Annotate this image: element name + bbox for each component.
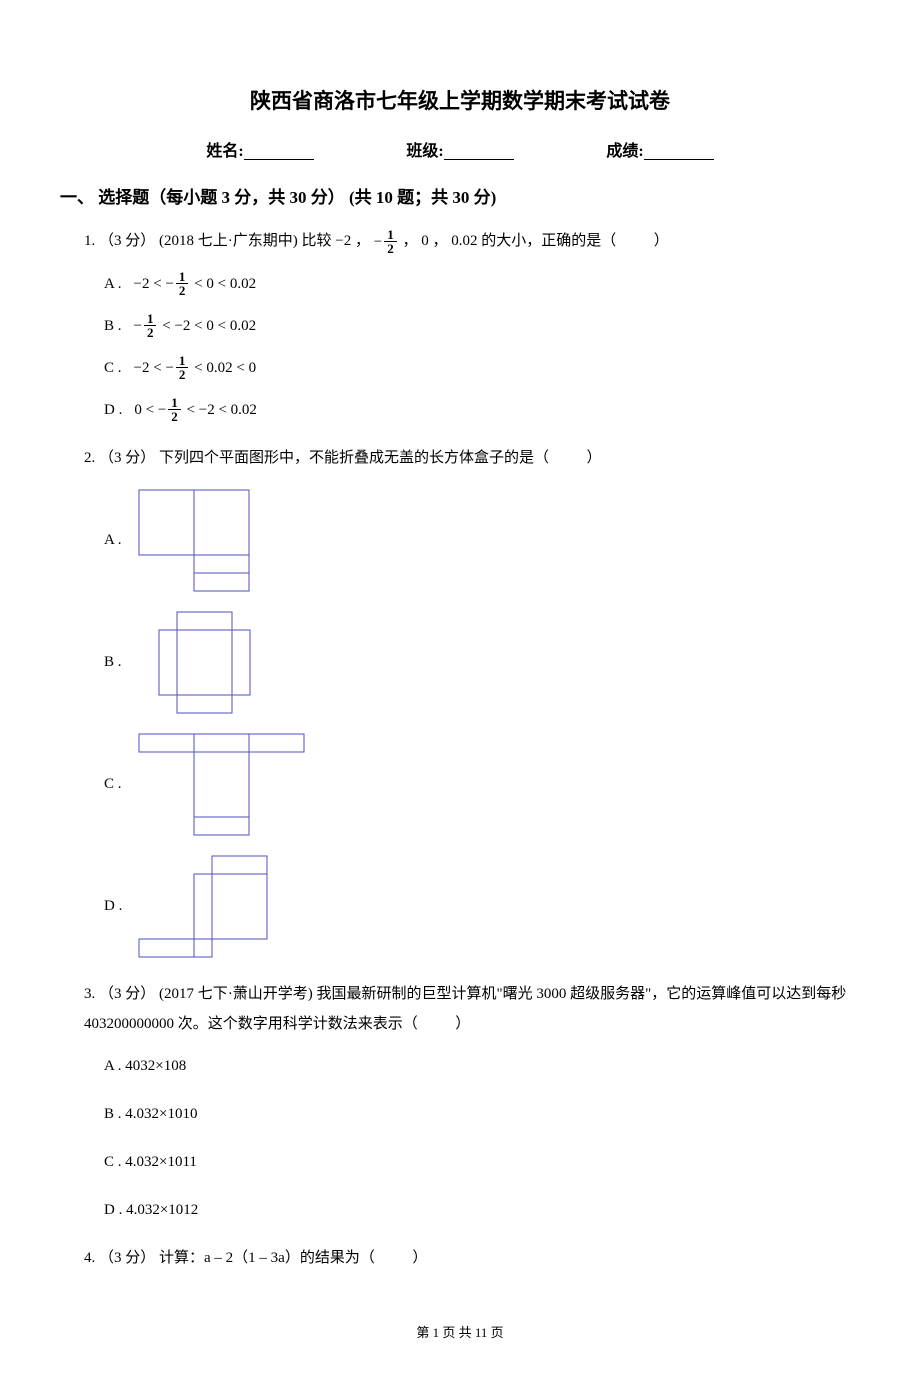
q1-optD-label: D . [104,395,122,425]
q1-optB-frac: −12 [134,311,159,341]
q3-number: 3. [84,986,95,1002]
question-3: 3. （3 分） (2017 七下·萧山开学考) 我国最新研制的巨型计算机"曙光… [60,979,860,1225]
q4-number: 4. [84,1250,95,1266]
q1-optC-p1: −2 < [134,353,162,383]
page-title: 陕西省商洛市七年级上学期数学期末考试试卷 [60,85,860,119]
q1-text-part1: 比较 −2 ， [302,233,370,249]
q1-optC-p2: < 0.02 < 0 [194,353,256,383]
q1-optA-frac: −12 [165,269,190,299]
name-field: 姓名: [206,139,313,165]
footer-mid: 页 共 [442,1325,471,1340]
q2-option-d: D . [104,851,860,961]
q2-text-end: ） [587,450,602,466]
section-1-heading: 一、 选择题（每小题 3 分，共 30 分） (共 10 题；共 30 分) [60,184,860,211]
footer-current-page: 1 [433,1325,440,1340]
q1-optD-p1: 0 < [134,395,154,425]
q1-optB-p2: < −2 < 0 < 0.02 [162,311,256,341]
q2-option-a: A . [104,485,860,595]
q1-text: 1. （3 分） (2018 七上·广东期中) 比较 −2 ， −12 ， 0 … [84,226,860,257]
q3-points: （3 分） [99,986,155,1002]
q4-text-end: ） [412,1250,427,1266]
score-field: 成绩: [606,139,713,165]
q3-text: 3. （3 分） (2017 七下·萧山开学考) 我国最新研制的巨型计算机"曙光… [84,979,860,1039]
question-2: 2. （3 分） 下列四个平面图形中，不能折叠成无盖的长方体盒子的是（ ） A … [84,443,860,961]
score-input-line[interactable] [644,142,714,160]
q4-points: （3 分） [99,1250,155,1266]
q2-option-c: C . [104,729,860,839]
page-footer: 第 1 页 共 11 页 [60,1323,860,1344]
q1-option-c: C . −2 < −12 < 0.02 < 0 [104,353,860,383]
class-field: 班级: [406,139,513,165]
q2-optC-net-icon [134,729,324,839]
footer-prefix: 第 [416,1325,429,1340]
q2-text-main: 下列四个平面图形中，不能折叠成无盖的长方体盒子的是（ [159,450,549,466]
question-4: 4. （3 分） 计算：a – 2（1 – 3a）的结果为（ ） [84,1243,860,1273]
q2-optB-label: B . [104,647,122,677]
q1-text-part2: ， 0 ， 0.02 的大小，正确的是（ [402,233,616,249]
class-input-line[interactable] [444,142,514,160]
class-label: 班级: [406,139,443,165]
q1-fraction-neg-half: −12 [374,227,399,257]
q1-optC-frac: −12 [165,353,190,383]
q3-text2: ） [455,1016,470,1032]
q4-text-main: 计算：a – 2（1 – 3a）的结果为（ [159,1250,375,1266]
q1-optA-p2: < 0 < 0.02 [194,269,256,299]
q2-points: （3 分） [99,450,155,466]
q3-option-a: A . 4032×108 [104,1051,860,1081]
q1-option-d: D . 0 < −12 < −2 < 0.02 [104,395,860,425]
q1-option-a: A . −2 < −12 < 0 < 0.02 [104,269,860,299]
q2-optD-label: D . [104,891,122,921]
q1-source: (2018 七上·广东期中) [159,233,298,249]
q4-text: 4. （3 分） 计算：a – 2（1 – 3a）的结果为（ ） [84,1243,860,1273]
q2-optA-label: A . [104,525,122,555]
q1-points: （3 分） [99,233,155,249]
q1-optD-frac: −12 [158,395,183,425]
q3-option-c: C . 4.032×1011 [104,1147,860,1177]
footer-suffix: 页 [491,1325,504,1340]
q1-optB-label: B . [104,311,122,341]
q3-option-d: D . 4.032×1012 [104,1195,860,1225]
q2-optC-label: C . [104,769,122,799]
name-label: 姓名: [206,139,243,165]
question-1: 1. （3 分） (2018 七上·广东期中) 比较 −2 ， −12 ， 0 … [84,226,860,425]
q1-text-part3: ） [654,233,669,249]
q2-optB-net-icon [134,607,274,717]
q1-optC-label: C . [104,353,122,383]
score-label: 成绩: [606,139,643,165]
q1-option-b: B . −12 < −2 < 0 < 0.02 [104,311,860,341]
q2-option-b: B . [104,607,860,717]
q1-optA-label: A . [104,269,122,299]
name-input-line[interactable] [244,142,314,160]
q1-optD-p2: < −2 < 0.02 [187,395,257,425]
header-row: 姓名: 班级: 成绩: [160,139,760,165]
q1-number: 1. [84,233,95,249]
q2-number: 2. [84,450,95,466]
q3-source: (2017 七下·萧山开学考) [159,986,313,1002]
q3-option-b: B . 4.032×1010 [104,1099,860,1129]
q1-optA-p1: −2 < [134,269,162,299]
q2-optD-net-icon [134,851,289,961]
q2-text: 2. （3 分） 下列四个平面图形中，不能折叠成无盖的长方体盒子的是（ ） [84,443,860,473]
q2-optA-net-icon [134,485,274,595]
footer-total-pages: 11 [475,1325,488,1340]
